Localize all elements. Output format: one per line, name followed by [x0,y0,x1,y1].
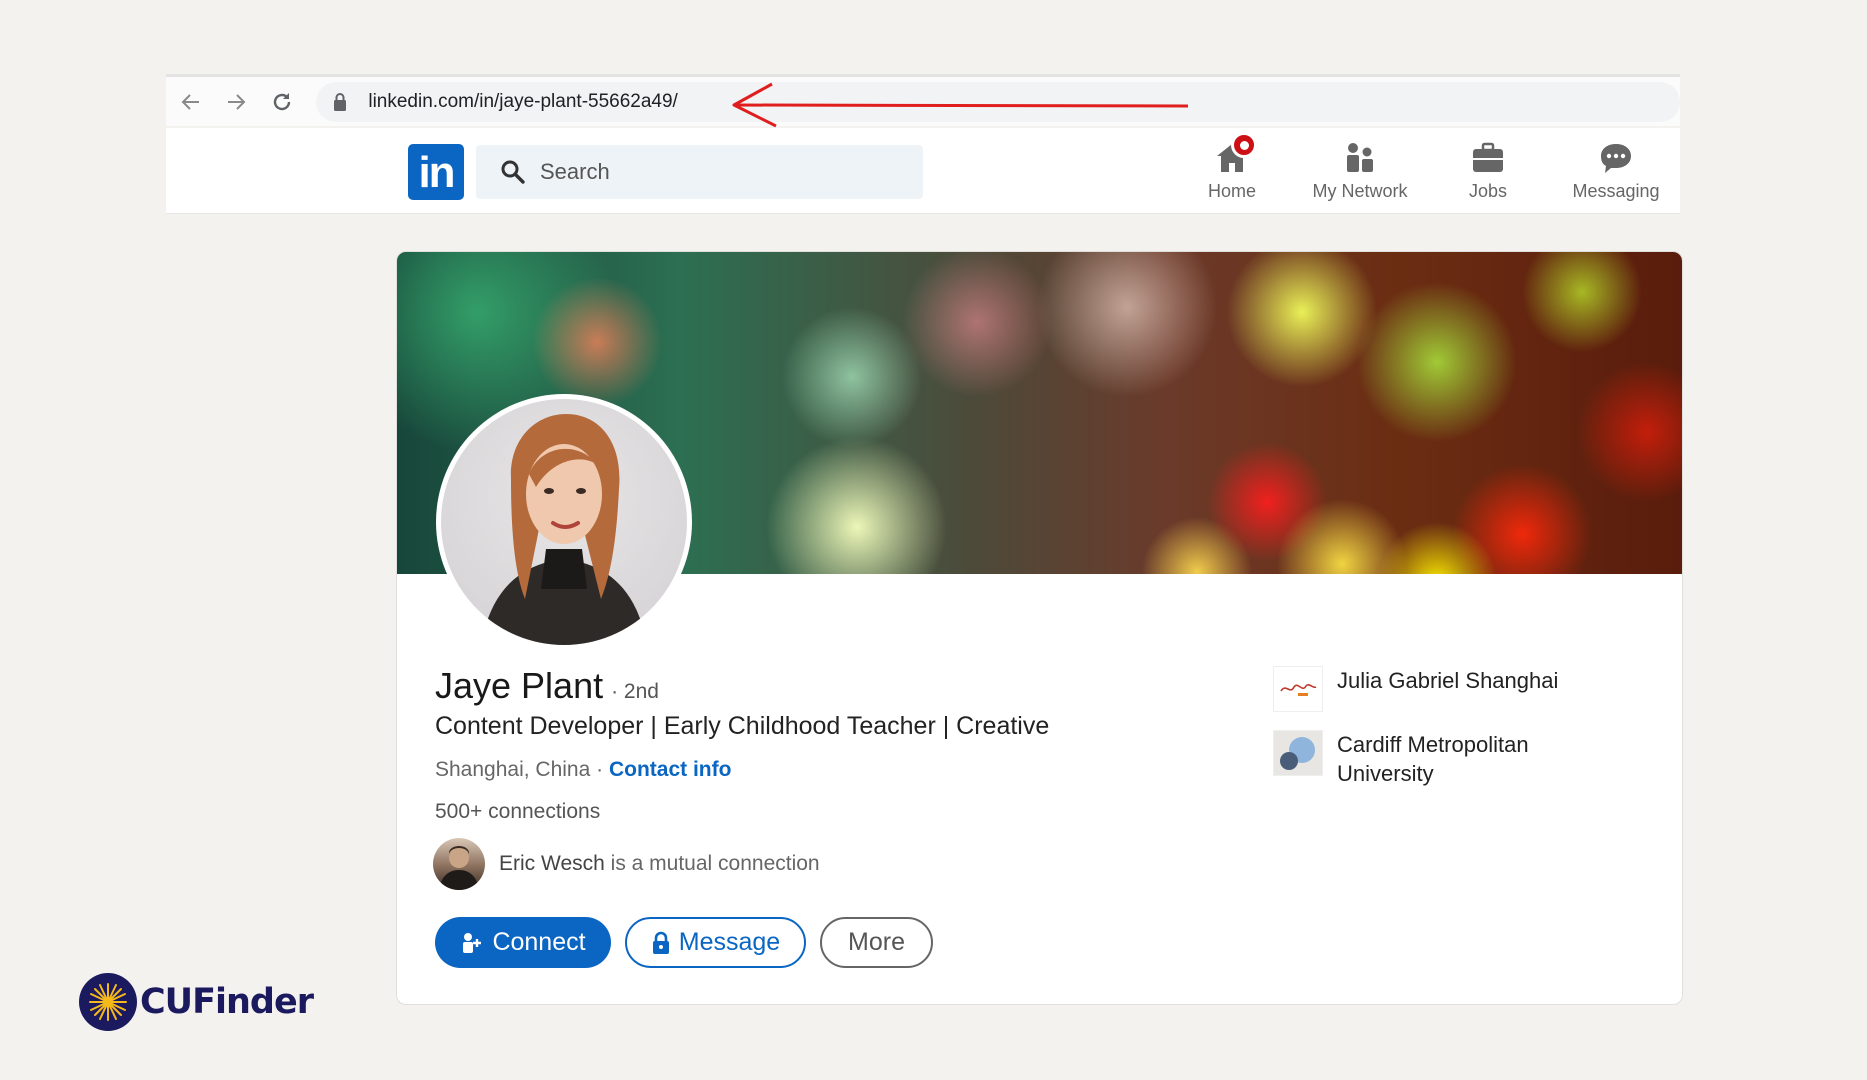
experience-education-summary: Julia Gabriel Shanghai Cardiff Metropoli… [1273,666,1567,806]
more-button-label: More [848,928,905,956]
search-input[interactable]: Search [476,145,923,199]
forward-button[interactable] [213,79,258,125]
more-button[interactable]: More [820,917,933,968]
search-icon [500,159,526,185]
nav-jobs-label: Jobs [1468,181,1508,201]
nav-jobs[interactable]: Jobs [1424,128,1552,214]
profile-name-row: Jaye Plant · 2nd [435,665,659,707]
nav-my-network-label: My Network [1312,181,1408,201]
url-text: linkedin.com/in/jaye-plant-55662a49/ [368,90,678,112]
location-separator: · [590,758,609,781]
reload-button[interactable] [259,79,304,125]
network-icon [1342,141,1378,175]
university-name: Cardiff Metropolitan University [1337,732,1529,786]
profile-card: Jaye Plant · 2nd Content Developer | Ear… [396,251,1683,1005]
arrow-right-icon [228,93,246,110]
cufinder-brand-text: CUFinder [140,982,314,1022]
university-logo [1273,730,1323,776]
linkedin-logo[interactable]: in [408,144,464,200]
nav-home-label: Home [1207,181,1256,201]
company-logo [1273,666,1323,712]
nav-my-network[interactable]: My Network [1296,128,1424,214]
mutual-connection-avatar [433,838,485,890]
mutual-connection[interactable]: Eric Wesch is a mutual connection [433,838,820,890]
profile-actions: Connect Message More [435,917,933,968]
messaging-icon [1598,141,1634,175]
location-row: Shanghai, China · Contact info [435,758,731,782]
cufinder-watermark: CUFinder [78,972,314,1032]
cufinder-logo-icon [79,973,137,1031]
connection-degree: · 2nd [611,680,659,703]
mutual-connection-text: Eric Wesch is a mutual connection [499,852,820,876]
mutual-connection-name: Eric Wesch [499,852,605,875]
profile-name: Jaye Plant [435,665,604,706]
profile-photo[interactable] [436,394,692,650]
briefcase-icon [1470,141,1506,175]
nav-messaging-label: Messaging [1572,181,1660,201]
notification-badge [1231,132,1257,158]
profile-photo-image [441,399,687,645]
message-button[interactable]: Message [625,917,806,968]
reload-icon [273,92,290,110]
back-button[interactable] [168,79,213,125]
nav-messaging[interactable]: Messaging [1552,128,1680,214]
profile-headline: Content Developer | Early Childhood Teac… [435,712,1050,740]
nav-items: Home My Network Jobs Messaging [1168,128,1680,214]
add-person-icon [460,931,484,955]
contact-info-link[interactable]: Contact info [609,758,731,781]
linkedin-navbar: in Search Home My Network Jobs Messaging [166,128,1680,214]
home-icon [1214,132,1257,175]
lock-icon [651,931,671,955]
nav-home[interactable]: Home [1168,128,1296,214]
company-name: Julia Gabriel Shanghai [1337,668,1559,693]
mutual-connection-suffix: is a mutual connection [604,852,820,875]
arrow-left-icon [181,93,199,110]
search-placeholder: Search [540,159,610,184]
education[interactable]: Cardiff Metropolitan University [1273,730,1567,788]
profile-location: Shanghai, China [435,758,591,781]
connect-button-label: Connect [492,928,586,956]
connect-button[interactable]: Connect [435,917,611,968]
current-company[interactable]: Julia Gabriel Shanghai [1273,666,1567,712]
annotation-arrow-icon [732,82,1189,128]
message-button-label: Message [678,928,781,956]
connections-count[interactable]: 500+ connections [435,800,600,824]
lock-icon [332,92,352,112]
